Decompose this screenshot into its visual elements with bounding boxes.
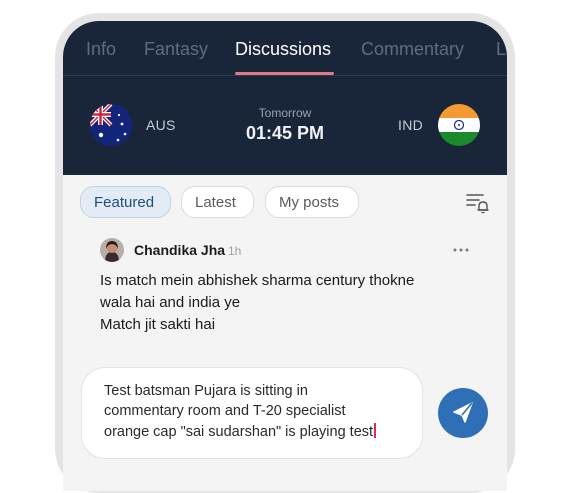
post-author[interactable]: Chandika Jha — [134, 242, 225, 258]
india-flag-icon — [438, 104, 480, 146]
active-tab-indicator — [235, 72, 334, 75]
chip-featured[interactable]: Featured — [80, 186, 171, 218]
chip-my-posts[interactable]: My posts — [265, 186, 359, 218]
more-options-icon[interactable] — [451, 240, 471, 260]
away-team-code: IND — [398, 117, 424, 133]
tab-discussions[interactable]: Discussions — [235, 39, 331, 60]
comment-input-line-3: orange cap "sai sudarshan" is playing te… — [104, 423, 376, 440]
tab-info[interactable]: Info — [86, 39, 116, 60]
send-icon — [453, 402, 473, 423]
post-text-line-3: Match jit sakti hai — [100, 316, 216, 333]
post-age: 1h — [228, 244, 242, 258]
comment-input[interactable]: Test batsman Pujara is sitting in commen… — [81, 367, 423, 459]
tab-bar: Info Fantasy Discussions Commentary L — [63, 21, 507, 76]
tab-more[interactable]: L — [496, 39, 506, 60]
chip-latest[interactable]: Latest — [181, 186, 254, 218]
match-header: Info Fantasy Discussions Commentary L AU… — [63, 21, 507, 175]
filter-bell-icon[interactable] — [466, 192, 490, 214]
post-text-line-1: Is match mein abhishek sharma century th… — [100, 272, 415, 289]
post-text-line-2: wala hai and india ye — [100, 294, 241, 311]
comment-input-line-1: Test batsman Pujara is sitting in — [104, 383, 308, 399]
tab-fantasy[interactable]: Fantasy — [144, 39, 208, 60]
send-button[interactable] — [438, 388, 488, 438]
text-caret — [374, 423, 376, 438]
tab-commentary[interactable]: Commentary — [361, 39, 464, 60]
comment-input-line-3-text: orange cap "sai sudarshan" is playing te… — [104, 424, 374, 440]
app-screen: Info Fantasy Discussions Commentary L AU… — [63, 21, 507, 491]
avatar[interactable] — [100, 238, 124, 262]
comment-input-line-2: commentary room and T-20 specialist — [104, 403, 346, 419]
